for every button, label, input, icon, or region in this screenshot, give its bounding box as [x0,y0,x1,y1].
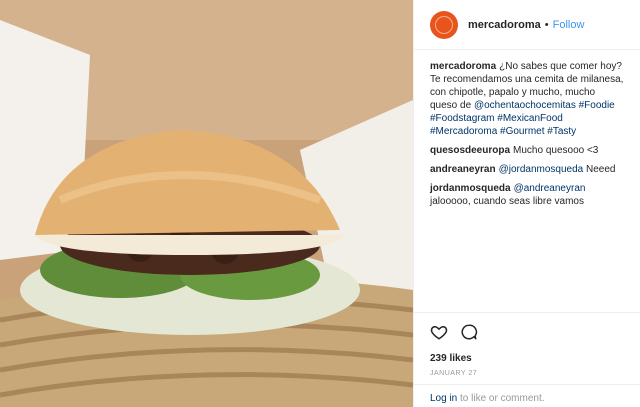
header-separator: • [544,18,549,31]
comment-item: quesosdeeuropa Mucho quesooo <3 [430,144,624,157]
follow-button[interactable]: Follow [553,19,585,31]
comment-item: jordanmosqueda @andreaneyran jalooooo, cu… [430,182,624,208]
post-sidebar: mercadoroma • Follow mercadoroma ¿No sabe… [413,0,640,407]
header-username[interactable]: mercadoroma [468,19,541,31]
post-header: mercadoroma • Follow [414,0,640,50]
login-link[interactable]: Log in [430,393,457,404]
comment-mention[interactable]: @jordanmosqueda [499,164,584,175]
avatar[interactable] [430,10,458,39]
login-text: to like or comment. [457,393,545,404]
comment-username[interactable]: quesosdeeuropa [430,145,510,156]
comment-text: Mucho quesooo <3 [513,145,599,156]
post-image[interactable] [0,0,413,407]
login-prompt: Log in to like or comment. [414,384,640,404]
comment-username[interactable]: jordanmosqueda [430,183,511,194]
comment-username[interactable]: andreaneyran [430,164,496,175]
comment-item: andreaneyran @jordanmosqueda Neeed [430,163,624,176]
action-icons [430,323,624,345]
likes-count[interactable]: 239 likes [430,353,624,364]
avatar-logo-icon [435,15,453,34]
post-date: JANUARY 27 [430,370,478,377]
comments-list: mercadoroma ¿No sabes que comer hoy? Te r… [414,50,640,208]
burger-photo [0,0,413,407]
post-actions: 239 likes JANUARY 27 [414,312,640,387]
comment-text: Neeed [583,164,616,175]
caption: mercadoroma ¿No sabes que comer hoy? Te r… [430,60,624,138]
comment-text: jalooooo, cuando seas libre vamos [430,196,584,207]
heart-icon[interactable] [430,323,448,346]
comment-icon[interactable] [460,323,478,346]
caption-username[interactable]: mercadoroma [430,61,496,72]
comment-mention[interactable]: @andreaneyran [514,183,586,194]
instagram-post: mercadoroma • Follow mercadoroma ¿No sabe… [0,0,640,407]
caption-mention[interactable]: @ochentaochocemitas [474,100,576,111]
